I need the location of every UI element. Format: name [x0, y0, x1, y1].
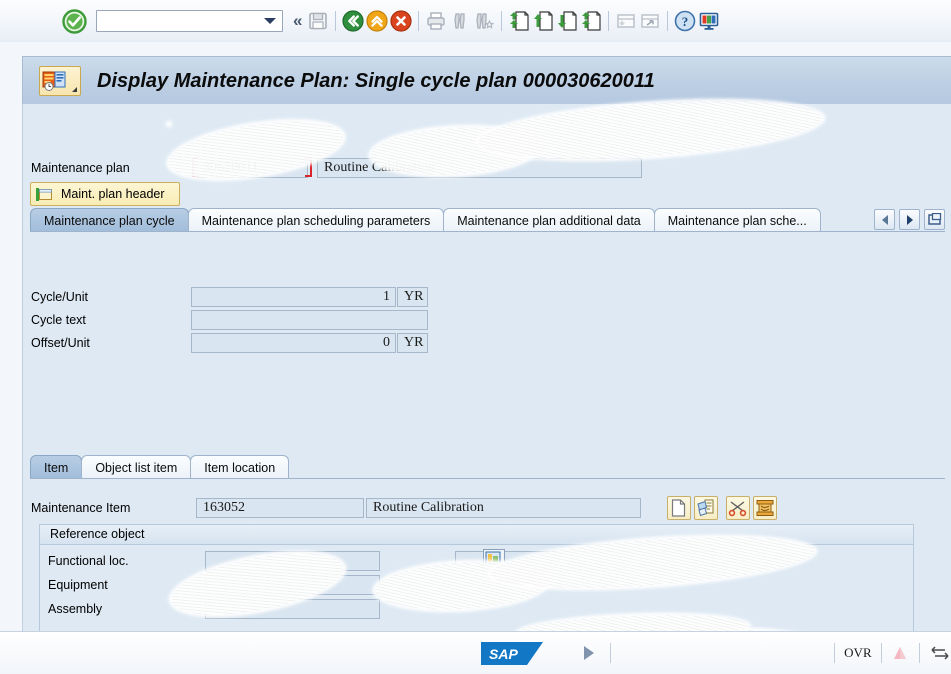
- offset-unit-value-field[interactable]: 0: [191, 333, 396, 353]
- tab-maintenance-plan-cycle[interactable]: Maintenance plan cycle: [30, 208, 189, 233]
- redaction-mark-description: [476, 92, 825, 168]
- maintenance-item-row: Maintenance Item 163052 Routine Calibrat…: [31, 496, 780, 520]
- tab-item[interactable]: Item: [30, 455, 83, 480]
- cycle-unit-unit-field[interactable]: YR: [397, 287, 428, 307]
- assembly-row: Assembly: [48, 599, 380, 619]
- page-title: Display Maintenance Plan: Single cycle p…: [97, 69, 655, 92]
- item-action-buttons: [667, 496, 780, 520]
- offset-unit-unit-field[interactable]: YR: [397, 333, 428, 353]
- functional-loc-row: Functional loc.: [48, 551, 713, 571]
- equipment-label: Equipment: [48, 578, 108, 592]
- item-tab-panel: Maintenance Item 163052 Routine Calibrat…: [30, 478, 945, 632]
- previous-page-icon[interactable]: [531, 9, 555, 33]
- equipment-row: Equipment: [48, 575, 380, 595]
- first-page-icon[interactable]: [507, 9, 531, 33]
- cycle-unit-value-field[interactable]: 1: [191, 287, 396, 307]
- maint-plan-header-button-label: Maint. plan header: [61, 187, 165, 201]
- reference-object-title: Reference object: [40, 525, 913, 545]
- tab-scroll-right-button[interactable]: [899, 209, 920, 230]
- tab-navigation: [870, 209, 945, 230]
- cycle-unit-row: Cycle/Unit 1 YR: [31, 287, 428, 307]
- functional-loc-label: Functional loc.: [48, 554, 129, 568]
- assembly-label: Assembly: [48, 602, 103, 616]
- maintenance-plan-icon[interactable]: [39, 66, 81, 96]
- next-page-icon[interactable]: [555, 9, 579, 33]
- sap-logo: SAP: [481, 641, 543, 665]
- find-next-icon[interactable]: [472, 9, 496, 33]
- find-icon[interactable]: [448, 9, 472, 33]
- tab-list-icon: [927, 213, 941, 225]
- maintenance-plan-row: Maintenance plan 30620011 Routine Calibr…: [31, 157, 642, 178]
- maint-plan-header-button[interactable]: Maint. plan header: [30, 182, 180, 206]
- arrow-right-icon: [906, 214, 913, 225]
- help-icon[interactable]: ?: [673, 9, 697, 33]
- command-field[interactable]: [96, 10, 283, 32]
- chevron-down-icon[interactable]: [264, 18, 276, 24]
- document-details-icon[interactable]: [694, 496, 718, 520]
- maintenance-item-description-field[interactable]: Routine Calibration: [366, 498, 641, 518]
- tab-object-list-item[interactable]: Object list item: [81, 455, 192, 480]
- exit-icon[interactable]: [365, 9, 389, 33]
- tab-maintenance-plan-additional-data[interactable]: Maintenance plan additional data: [443, 208, 655, 233]
- paste-clipboard-icon[interactable]: [753, 496, 777, 520]
- maintenance-item-label: Maintenance Item: [31, 501, 131, 515]
- maintenance-item-number-field[interactable]: 163052: [196, 498, 364, 518]
- cycle-text-row: Cycle text: [31, 310, 428, 330]
- sap-logo-text: SAP: [489, 646, 518, 662]
- create-shortcut-icon[interactable]: [638, 9, 662, 33]
- save-icon[interactable]: [306, 9, 330, 33]
- arrow-left-icon: [881, 214, 888, 225]
- item-tabstrip: Item Object list item Item location: [30, 453, 290, 480]
- command-input[interactable]: [97, 11, 263, 29]
- new-document-icon[interactable]: [667, 496, 691, 520]
- cancel-icon[interactable]: [389, 9, 413, 33]
- customize-layout-icon[interactable]: [697, 9, 721, 33]
- equipment-field[interactable]: [205, 575, 380, 595]
- offset-unit-row: Offset/Unit 0 YR: [31, 333, 428, 353]
- location-picker-icon[interactable]: [483, 549, 505, 570]
- resize-grip-icon[interactable]: [929, 643, 951, 663]
- tab-item-location[interactable]: Item location: [190, 455, 290, 480]
- svg-text:?: ?: [682, 14, 689, 29]
- tab-list-button[interactable]: [924, 209, 945, 230]
- main-toolbar: « ?: [0, 0, 951, 43]
- cycle-text-label: Cycle text: [31, 313, 86, 327]
- status-bar: SAP OVR: [0, 631, 951, 674]
- status-expand-icon[interactable]: [583, 646, 594, 660]
- folder-arrow-icon: [35, 187, 53, 202]
- insert-mode-indicator[interactable]: OVR: [844, 645, 871, 661]
- tab-scroll-left-button[interactable]: [874, 209, 895, 230]
- assembly-field[interactable]: [205, 599, 380, 619]
- enter-ok-icon[interactable]: [62, 8, 87, 34]
- toolbar-back-chevron[interactable]: «: [293, 11, 303, 31]
- last-page-icon[interactable]: [579, 9, 603, 33]
- system-status-icon[interactable]: [890, 643, 910, 663]
- functional-loc-field[interactable]: [205, 551, 380, 571]
- dropdown-triangle-icon: [72, 87, 77, 92]
- back-icon[interactable]: [341, 9, 365, 33]
- scissors-cut-icon[interactable]: [726, 496, 750, 520]
- screen-content: Maintenance plan 30620011 Routine Calibr…: [22, 92, 951, 632]
- tab-maintenance-plan-scheduling-parameters[interactable]: Maintenance plan scheduling parameters: [187, 208, 445, 233]
- plan-tabstrip: Maintenance plan cycle Maintenance plan …: [30, 206, 821, 233]
- cycle-text-value-field[interactable]: [191, 310, 428, 330]
- create-session-icon[interactable]: [614, 9, 638, 33]
- offset-unit-label: Offset/Unit: [31, 336, 90, 350]
- plan-tab-panel: Cycle/Unit 1 YR Cycle text Offset/Unit 0…: [30, 231, 945, 430]
- print-icon[interactable]: [424, 9, 448, 33]
- tab-maintenance-plan-sche[interactable]: Maintenance plan sche...: [653, 208, 821, 233]
- status-message: [619, 643, 825, 663]
- reference-object-group: Reference object Functional loc. Equipme…: [39, 524, 914, 632]
- screen-title-bar: Display Maintenance Plan: Single cycle p…: [22, 56, 951, 106]
- cycle-unit-label: Cycle/Unit: [31, 290, 88, 304]
- application-screen: Display Maintenance Plan: Single cycle p…: [0, 42, 951, 632]
